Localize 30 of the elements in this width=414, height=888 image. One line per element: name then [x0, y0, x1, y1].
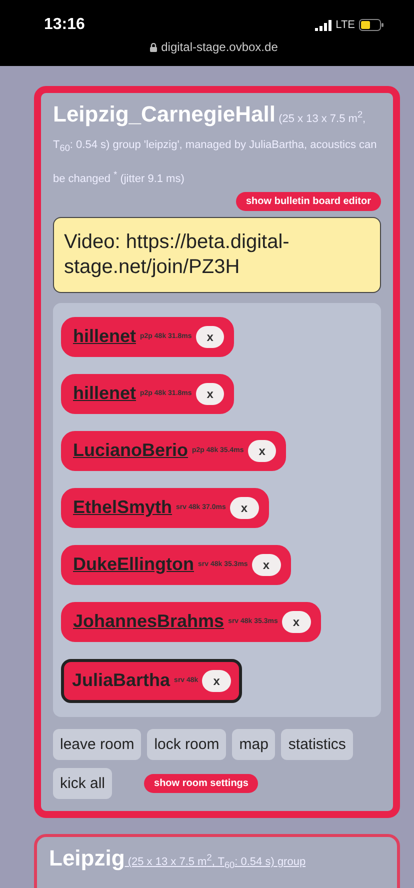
kick-button[interactable]: x — [202, 670, 231, 692]
kick-button[interactable]: x — [196, 326, 224, 348]
kick-button[interactable]: x — [252, 554, 281, 576]
member-link[interactable]: LucianoBerio — [73, 440, 188, 461]
room-button[interactable]: leave room — [53, 728, 142, 760]
member-link[interactable]: DukeEllington — [73, 554, 194, 575]
room-heading: Leipzig(25 x 13 x 7.5 m$^{2}$, T$_{60}$: 0.54 s) group — [49, 844, 306, 872]
kick-button[interactable]: x — [196, 382, 224, 404]
clock: 13:16 — [44, 16, 85, 34]
member-link[interactable]: EthelSmyth — [73, 497, 172, 518]
member-link[interactable]: hillenet — [73, 383, 136, 404]
url-text[interactable]: digital-stage.ovbox.de — [161, 40, 278, 54]
battery-icon — [359, 19, 384, 31]
kick-button[interactable]: x — [230, 496, 259, 518]
member-name: JuliaBartha — [72, 670, 170, 691]
member-link[interactable]: JohannesBrahms — [73, 611, 224, 632]
bulletin-editor-button[interactable]: show bulletin board editor — [236, 192, 381, 210]
room-button[interactable]: lock room — [147, 728, 226, 760]
room-heading: Leipzig_CarnegieHall(25 x 13 x 7.5 m$^{2}$, T$_{60}$: 0.54 s) group 'leipzig', managed by JuliaBartha, acoustics can be changed $^{*}$ (jitter 9.1 ms) — [53, 101, 378, 186]
room-button[interactable]: kick all — [53, 768, 112, 798]
room-button[interactable]: statistics — [281, 728, 353, 760]
kick-button[interactable]: x — [248, 440, 276, 462]
signal-icon — [314, 20, 332, 30]
room-button[interactable]: map — [232, 728, 276, 760]
room-settings-button[interactable]: show room settings — [144, 774, 258, 792]
network-label: LTE — [336, 19, 355, 31]
kick-button[interactable]: x — [282, 610, 311, 632]
bulletin-board: Video: https://beta.digital-stage.net/join/PZ3H — [53, 216, 381, 292]
member-link[interactable]: hillenet — [73, 326, 136, 347]
lock-icon — [150, 42, 158, 52]
